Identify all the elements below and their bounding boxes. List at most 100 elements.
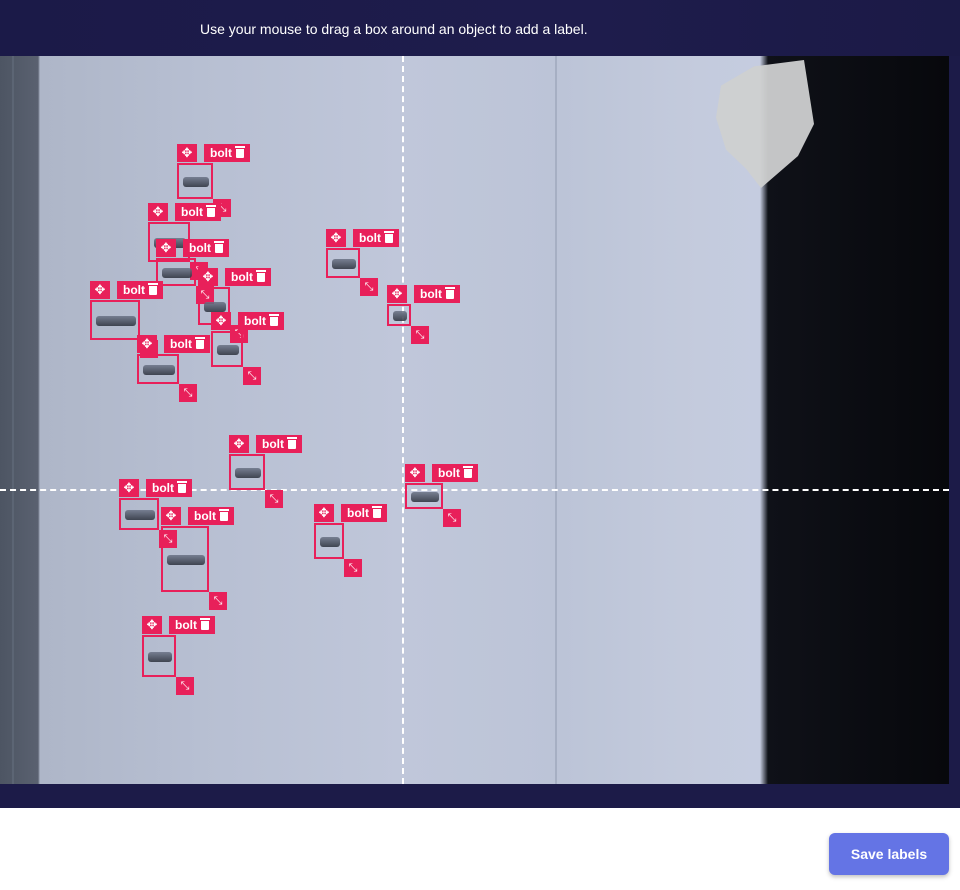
bounding-box[interactable]: ✥ bolt ⤡ — [161, 507, 234, 610]
tape-piece — [716, 60, 814, 188]
bounding-box[interactable]: ✥bolt⤡ — [90, 281, 163, 358]
resize-icon[interactable]: ⤡ — [344, 559, 362, 577]
label-text: bolt — [181, 205, 203, 219]
resize-icon[interactable]: ⤡ — [411, 326, 429, 344]
box-label[interactable]: bolt — [117, 281, 163, 299]
bounding-box[interactable]: ✥bolt⤡ — [119, 479, 192, 548]
trash-icon[interactable] — [219, 509, 229, 521]
trash-icon[interactable] — [177, 481, 187, 493]
crosshair-vertical — [402, 56, 404, 784]
box-label[interactable]: bolt — [169, 616, 215, 634]
bolt-object — [125, 510, 155, 520]
label-text: bolt — [420, 287, 442, 301]
bolt-object — [183, 177, 209, 187]
label-text: bolt — [194, 509, 216, 523]
box-label[interactable]: bolt — [432, 464, 478, 482]
move-icon[interactable]: ✥ — [142, 616, 162, 634]
resize-icon[interactable]: ⤡ — [179, 384, 197, 402]
bounding-box[interactable]: ✥ bolt ⤡ — [387, 285, 460, 344]
bolt-object — [217, 345, 239, 355]
bounding-box[interactable]: ✥ bolt ⤡ — [137, 335, 210, 402]
trash-icon[interactable] — [384, 231, 394, 243]
move-icon[interactable]: ✥ — [90, 281, 110, 299]
resize-icon[interactable]: ⤡ — [443, 509, 461, 527]
bolt-object — [320, 537, 340, 547]
bolt-object — [148, 652, 172, 662]
move-icon[interactable]: ✥ — [161, 507, 181, 525]
bolt-object — [167, 555, 205, 565]
bolt-object — [143, 365, 175, 375]
trash-icon[interactable] — [445, 287, 455, 299]
label-text: bolt — [438, 466, 460, 480]
trash-icon[interactable] — [372, 506, 382, 518]
box-label[interactable]: bolt — [256, 435, 302, 453]
box-label[interactable]: bolt — [175, 203, 221, 221]
bounding-box[interactable]: ✥bolt⤡ — [177, 144, 250, 217]
resize-icon[interactable]: ⤡ — [209, 592, 227, 610]
resize-icon[interactable]: ⤡ — [265, 490, 283, 508]
box-label[interactable]: bolt — [225, 268, 271, 286]
label-text: bolt — [262, 437, 284, 451]
trash-icon[interactable] — [206, 205, 216, 217]
resize-icon[interactable]: ⤡ — [176, 677, 194, 695]
bounding-box[interactable]: ✥ bolt ⤡ — [405, 464, 478, 527]
box-label[interactable]: bolt — [353, 229, 399, 247]
move-icon[interactable]: ✥ — [314, 504, 334, 522]
bounding-box[interactable]: ✥ bolt ⤡ — [326, 229, 399, 296]
instruction-bar: Use your mouse to drag a box around an o… — [0, 0, 960, 56]
move-icon[interactable]: ✥ — [177, 144, 197, 162]
move-icon[interactable]: ✥ — [137, 335, 157, 353]
box-label[interactable]: bolt — [238, 312, 284, 330]
label-text: bolt — [152, 481, 174, 495]
trash-icon[interactable] — [148, 283, 158, 295]
box-label[interactable]: bolt — [341, 504, 387, 522]
bounding-box[interactable]: ✥ bolt ⤡ — [229, 435, 302, 508]
move-icon[interactable]: ✥ — [156, 239, 176, 257]
label-text: bolt — [123, 283, 145, 297]
box-label[interactable]: bolt — [146, 479, 192, 497]
box-label[interactable]: bolt — [183, 239, 229, 257]
trash-icon[interactable] — [214, 241, 224, 253]
bounding-box[interactable]: ✥ bolt ⤡ — [314, 504, 387, 577]
move-icon[interactable]: ✥ — [229, 435, 249, 453]
box-label[interactable]: bolt — [204, 144, 250, 162]
label-text: bolt — [231, 270, 253, 284]
label-text: bolt — [175, 618, 197, 632]
crosshair-horizontal — [0, 489, 949, 491]
bounding-box[interactable]: ✥ bolt ⤡ — [142, 616, 215, 695]
bolt-object — [235, 468, 261, 478]
move-icon[interactable]: ✥ — [387, 285, 407, 303]
box-label[interactable]: bolt — [164, 335, 210, 353]
bolt-object — [96, 316, 136, 326]
trash-icon[interactable] — [269, 314, 279, 326]
instruction-text: Use your mouse to drag a box around an o… — [200, 21, 588, 37]
trash-icon[interactable] — [463, 466, 473, 478]
paper-edge — [12, 56, 14, 784]
label-text: bolt — [347, 506, 369, 520]
move-icon[interactable]: ✥ — [211, 312, 231, 330]
resize-icon[interactable]: ⤡ — [243, 367, 261, 385]
trash-icon[interactable] — [200, 618, 210, 630]
label-text: bolt — [244, 314, 266, 328]
bolt-object — [332, 259, 356, 269]
trash-icon[interactable] — [235, 146, 245, 158]
save-labels-button[interactable]: Save labels — [829, 833, 949, 875]
trash-icon[interactable] — [256, 270, 266, 282]
resize-icon[interactable]: ⤡ — [360, 278, 378, 296]
box-label[interactable]: bolt — [188, 507, 234, 525]
label-text: bolt — [359, 231, 381, 245]
label-text: bolt — [170, 337, 192, 351]
move-icon[interactable]: ✥ — [119, 479, 139, 497]
label-text: bolt — [210, 146, 232, 160]
bounding-box[interactable]: ✥ bolt ⤡ — [211, 312, 284, 385]
move-icon[interactable]: ✥ — [148, 203, 168, 221]
trash-icon[interactable] — [287, 437, 297, 449]
move-icon[interactable]: ✥ — [405, 464, 425, 482]
bolt-object — [411, 492, 439, 502]
paper-fold — [555, 56, 557, 784]
box-label[interactable]: bolt — [414, 285, 460, 303]
move-icon[interactable]: ✥ — [326, 229, 346, 247]
trash-icon[interactable] — [195, 337, 205, 349]
move-icon[interactable]: ✥ — [198, 268, 218, 286]
bolt-object — [204, 302, 226, 312]
